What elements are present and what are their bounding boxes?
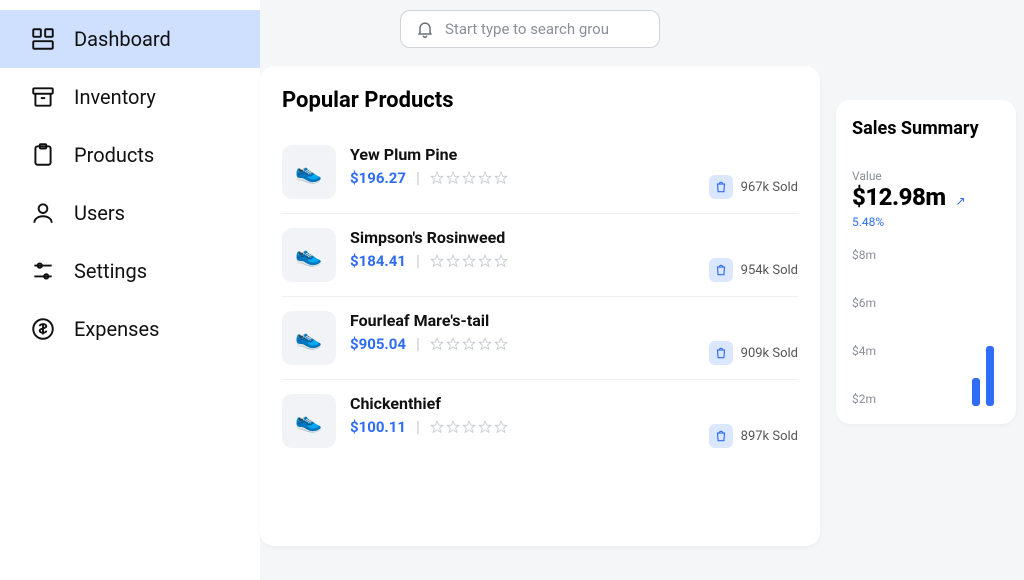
y-tick: $8m [852, 248, 1000, 262]
bell-icon [415, 19, 435, 39]
product-row[interactable]: 👟 Yew Plum Pine $196.27 | [282, 131, 798, 214]
sidebar-item-products[interactable]: Products [0, 126, 260, 184]
card-title: Sales Summary [852, 118, 1000, 139]
sales-summary-card: Sales Summary Value $12.98m ↗ 5.48% $8m … [836, 100, 1016, 424]
chart-y-axis: $8m $6m $4m $2m [852, 248, 1000, 406]
sidebar-item-users[interactable]: Users [0, 184, 260, 242]
right-column: Sales Summary Value $12.98m ↗ 5.48% $8m … [836, 0, 1016, 580]
rating-stars-icon [430, 171, 508, 185]
bag-icon [709, 424, 733, 448]
product-name: Chickenthief [350, 394, 798, 413]
sidebar-item-label: Dashboard [74, 27, 171, 51]
sidebar-item-label: Settings [74, 259, 147, 283]
product-name: Simpson's Rosinweed [350, 228, 798, 247]
popular-products-card: Popular Products 👟 Yew Plum Pine $196.27… [260, 66, 820, 546]
product-price: $100.11 [350, 418, 406, 436]
product-row[interactable]: 👟 Fourleaf Mare's-tail $905.04 | [282, 297, 798, 380]
product-thumb: 👟 [282, 311, 336, 365]
y-tick: $6m [852, 296, 1000, 310]
search-placeholder: Start type to search grou [445, 20, 609, 38]
chart-bar [972, 378, 980, 406]
product-price: $184.41 [350, 252, 406, 270]
product-thumb: 👟 [282, 145, 336, 199]
card-title: Popular Products [282, 88, 798, 113]
rating-stars-icon [430, 337, 508, 351]
sidebar-item-settings[interactable]: Settings [0, 242, 260, 300]
sidebar-item-label: Products [74, 143, 154, 167]
archive-icon [30, 84, 56, 110]
main: Start type to search grou Popular Produc… [260, 0, 1024, 580]
metric-value: $12.98m [852, 183, 946, 211]
sidebar-item-label: Users [74, 201, 125, 225]
bag-icon [709, 175, 733, 199]
sold-count: 967k Sold [709, 175, 798, 199]
bag-icon [709, 258, 733, 282]
clipboard-icon [30, 142, 56, 168]
sidebar-item-label: Expenses [74, 317, 159, 341]
sidebar-item-dashboard[interactable]: Dashboard [0, 10, 260, 68]
search-input[interactable]: Start type to search grou [400, 10, 660, 48]
dashboard-icon [30, 26, 56, 52]
rating-stars-icon [430, 420, 508, 434]
product-name: Fourleaf Mare's-tail [350, 311, 798, 330]
sidebar-item-inventory[interactable]: Inventory [0, 68, 260, 126]
rating-stars-icon [430, 254, 508, 268]
sold-count: 897k Sold [709, 424, 798, 448]
sold-count: 954k Sold [709, 258, 798, 282]
bag-icon [709, 341, 733, 365]
metric-label: Value [852, 169, 1000, 183]
chart-bars [972, 346, 994, 406]
sidebar-item-expenses[interactable]: Expenses [0, 300, 260, 358]
dollar-circle-icon [30, 316, 56, 342]
product-row[interactable]: 👟 Simpson's Rosinweed $184.41 | [282, 214, 798, 297]
sliders-icon [30, 258, 56, 284]
product-row[interactable]: 👟 Chickenthief $100.11 | [282, 380, 798, 462]
product-price: $196.27 [350, 169, 406, 187]
product-thumb: 👟 [282, 394, 336, 448]
product-thumb: 👟 [282, 228, 336, 282]
product-name: Yew Plum Pine [350, 145, 798, 164]
product-price: $905.04 [350, 335, 406, 353]
chart-bar [986, 346, 994, 406]
sold-count: 909k Sold [709, 341, 798, 365]
user-icon [30, 200, 56, 226]
sidebar-item-label: Inventory [74, 85, 156, 109]
center-column: Start type to search grou Popular Produc… [260, 0, 820, 580]
sidebar: Dashboard Inventory Products Users Setti… [0, 0, 260, 580]
